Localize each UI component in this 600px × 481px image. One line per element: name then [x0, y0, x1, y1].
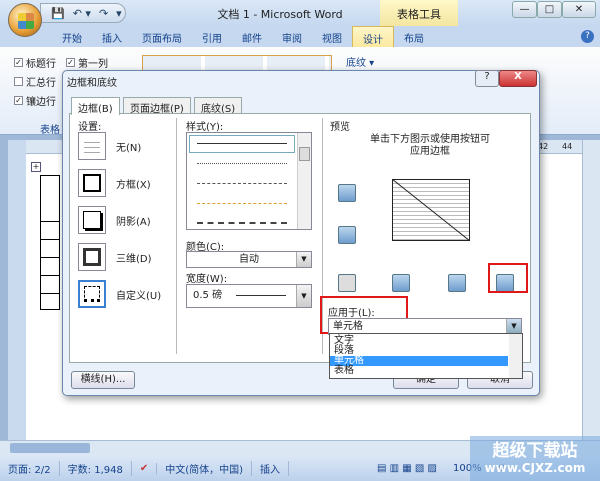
borders-shading-dialog: 边框和底纹 ? X 边框(B) 页面边框(P) 底纹(S) 设置: 无(N) 方…: [62, 70, 540, 396]
diagonal-up-border-button[interactable]: [338, 274, 356, 292]
preview-label: 预览: [330, 122, 350, 133]
apply-to-dropdown-list: 文字 段落 单元格 表格: [329, 333, 523, 379]
setting-label: 设置:: [78, 122, 102, 133]
border-preview[interactable]: [392, 179, 470, 241]
setting-custom[interactable]: 自定义(U): [78, 280, 161, 308]
highlight-box: [488, 263, 528, 293]
option-text[interactable]: 文字: [330, 336, 522, 346]
option-table[interactable]: 表格: [330, 366, 522, 376]
office-button[interactable]: [8, 3, 42, 37]
dialog-title: 边框和底纹: [67, 78, 117, 89]
quick-access-toolbar: 💾 ↶ ▾ ↷ ▾: [40, 3, 126, 23]
tab-insert[interactable]: 插入: [92, 26, 132, 47]
option-header-row[interactable]: ✓ 标题行: [14, 55, 56, 70]
setting-box[interactable]: 方框(X): [78, 169, 161, 197]
proofing-icon[interactable]: ✔: [132, 462, 158, 474]
tab-page-layout[interactable]: 页面布局: [132, 26, 192, 47]
word-count[interactable]: 字数: 1,948: [60, 460, 132, 476]
watermark-logo: 超级下载站 www.CJXZ.com: [470, 436, 600, 481]
shading-button[interactable]: 底纹 ▾: [346, 54, 374, 69]
chevron-down-icon: ▼: [506, 319, 521, 334]
line-style-list[interactable]: [186, 132, 312, 230]
color-select[interactable]: 自动 ▼: [186, 251, 312, 268]
tab-view[interactable]: 视图: [312, 26, 352, 47]
office-logo-icon: [18, 13, 34, 29]
setting-3d[interactable]: 三维(D): [78, 243, 161, 271]
customize-qat-icon[interactable]: ▾: [116, 7, 122, 20]
table-move-handle-icon[interactable]: +: [31, 162, 41, 172]
dialog-close-button[interactable]: X: [499, 70, 537, 87]
borders-panel: 设置: 无(N) 方框(X) 阴影(A) 三维(D) 自定义(U) 样式(Y):…: [69, 113, 531, 363]
minimize-button[interactable]: —: [512, 1, 537, 18]
tab-page-border[interactable]: 页面边框(P): [123, 97, 191, 115]
undo-icon[interactable]: ↶ ▾: [73, 7, 91, 20]
option-cell[interactable]: 单元格: [330, 356, 508, 366]
language[interactable]: 中文(简体，中国): [157, 460, 253, 476]
tab-review[interactable]: 审阅: [272, 26, 312, 47]
option-first-column[interactable]: ✓ 第一列: [66, 55, 108, 70]
horizontal-line-button[interactable]: 横线(H)...: [71, 371, 135, 389]
width-label: 宽度(W):: [186, 274, 228, 285]
insert-mode[interactable]: 插入: [252, 460, 290, 476]
top-border-button[interactable]: [338, 184, 356, 202]
chevron-down-icon: ▼: [296, 285, 311, 307]
group-label-table-style-options: 表格: [40, 125, 60, 136]
tab-layout[interactable]: 布局: [394, 26, 434, 47]
ribbon-tabs: 开始 插入 页面布局 引用 邮件 审阅 视图 设计 布局: [0, 26, 600, 47]
tab-references[interactable]: 引用: [192, 26, 232, 47]
vertical-ruler: [8, 140, 26, 440]
left-border-button[interactable]: [392, 274, 410, 292]
close-button[interactable]: ✕: [562, 1, 596, 18]
setting-none[interactable]: 无(N): [78, 132, 161, 160]
style-list-scrollbar[interactable]: [297, 133, 311, 229]
document-table: [40, 175, 60, 310]
maximize-button[interactable]: □: [537, 1, 562, 18]
chevron-down-icon: ▼: [296, 252, 311, 267]
dropdown-scrollbar[interactable]: [509, 334, 522, 378]
save-icon[interactable]: 💾: [51, 7, 65, 20]
dialog-help-button[interactable]: ?: [475, 70, 499, 87]
option-total-row[interactable]: 汇总行: [14, 74, 56, 89]
tab-design[interactable]: 设计: [352, 26, 394, 47]
view-buttons[interactable]: ▤ ▥ ▦ ▧ ▨: [369, 463, 445, 474]
style-label: 样式(Y):: [186, 122, 224, 133]
tab-home[interactable]: 开始: [52, 26, 92, 47]
vertical-scrollbar[interactable]: [582, 140, 600, 440]
preview-hint: 单击下方图示或使用按钮可 应用边框: [370, 134, 490, 157]
help-icon[interactable]: ?: [581, 30, 594, 43]
diagonal-border-line: [392, 179, 470, 241]
window-title: 文档 1 - Microsoft Word: [217, 8, 343, 21]
context-tab-label: 表格工具: [380, 0, 458, 26]
option-banded-rows[interactable]: ✓ 镶边行: [14, 93, 56, 108]
tab-mailings[interactable]: 邮件: [232, 26, 272, 47]
setting-shadow[interactable]: 阴影(A): [78, 206, 161, 234]
tab-shading[interactable]: 底纹(S): [194, 97, 243, 115]
right-border-button[interactable]: [448, 274, 466, 292]
bottom-border-button[interactable]: [338, 226, 356, 244]
width-select[interactable]: 0.5 磅 ▼: [186, 284, 312, 308]
tab-borders[interactable]: 边框(B): [71, 97, 120, 115]
redo-icon[interactable]: ↷: [99, 7, 108, 20]
page-count[interactable]: 页面: 2/2: [0, 460, 60, 476]
scroll-thumb[interactable]: [10, 443, 90, 453]
title-bar: 💾 ↶ ▾ ↷ ▾ 文档 1 - Microsoft Word 表格工具 — □…: [0, 0, 600, 26]
